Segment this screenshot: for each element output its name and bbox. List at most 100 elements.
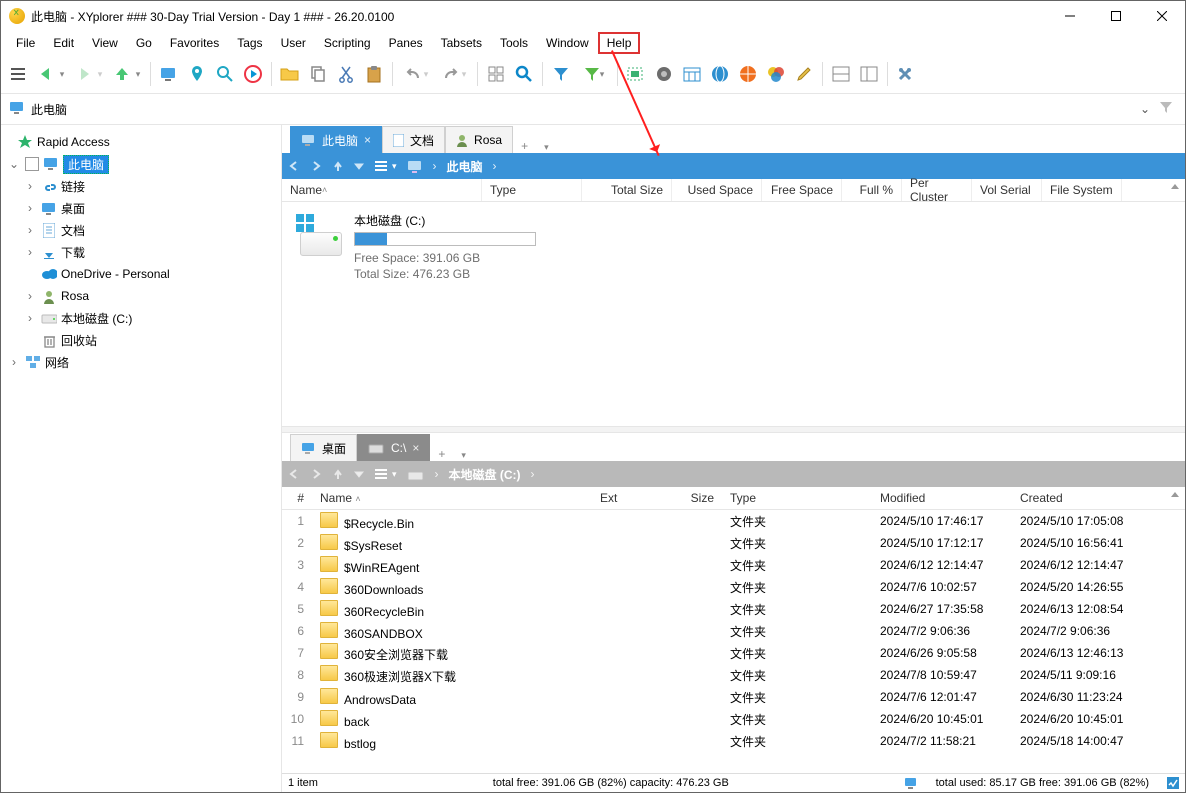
collapse-icon[interactable]: ⌄ [7,157,21,171]
tab[interactable]: Rosa [445,126,513,153]
nav-forward-icon[interactable] [310,468,322,480]
expand-icon[interactable]: › [23,245,37,259]
list-item[interactable]: 4360Downloads文件夹2024/7/6 10:02:572024/5/… [282,576,1185,598]
open-folder-icon[interactable] [277,61,303,87]
list-item[interactable]: 7360安全浏览器下载文件夹2024/6/26 9:05:582024/6/13… [282,642,1185,664]
column-header[interactable]: Full % [842,179,902,201]
tree-item[interactable]: ›文档 [1,219,281,241]
tree-this-pc[interactable]: ⌄此电脑 [1,153,281,175]
address-bar[interactable]: 此电脑 ⌄ [1,94,1185,125]
menu-tabsets[interactable]: Tabsets [432,32,491,54]
pane-splitter[interactable] [282,426,1185,433]
cut-icon[interactable] [333,61,359,87]
pane1-breadcrumb[interactable]: ▾ › 此电脑 › [282,153,1185,179]
close-button[interactable] [1139,1,1185,31]
column-header[interactable]: Total Size [582,179,672,201]
menu-file[interactable]: File [7,32,44,54]
tree-item[interactable]: ›Rosa [1,285,281,307]
menu-edit[interactable]: Edit [44,32,83,54]
expand-icon[interactable]: › [23,179,37,193]
undo-button[interactable]: ▾ [398,61,434,87]
crumb-drive-icon[interactable] [407,468,425,481]
menu-tools[interactable]: Tools [491,32,537,54]
column-header[interactable]: Per Cluster [902,179,972,201]
menu-scripting[interactable]: Scripting [315,32,380,54]
list-item[interactable]: 6360SANDBOX文件夹2024/7/2 9:06:362024/7/2 9… [282,620,1185,642]
pane2-list[interactable]: 1$Recycle.Bin文件夹2024/5/10 17:46:172024/5… [282,510,1185,773]
list-item[interactable]: 10back文件夹2024/6/20 10:45:012024/6/20 10:… [282,708,1185,730]
forward-button[interactable]: ▾ [71,61,107,87]
menu-tags[interactable]: Tags [228,32,271,54]
menu-window[interactable]: Window [537,32,598,54]
brush-icon[interactable] [791,61,817,87]
column-header[interactable]: File System [1042,179,1122,201]
nav-down-icon[interactable] [354,469,364,479]
pane1-view[interactable]: 本地磁盘 (C:) Free Space: 391.06 GB Total Si… [282,202,1185,426]
menu-panes[interactable]: Panes [380,32,432,54]
nav-up-icon[interactable] [332,160,344,172]
tree-network[interactable]: ›网络 [1,351,281,373]
checkbox[interactable] [25,157,39,171]
menu-user[interactable]: User [272,32,315,54]
expand-icon[interactable]: › [23,289,37,303]
list-mode-icon[interactable]: ▾ [374,468,397,480]
filter-icon[interactable] [1159,100,1177,118]
column-header[interactable]: Name ˄ [282,179,482,201]
find-icon[interactable] [511,61,537,87]
column-header[interactable]: Name ˄ [312,491,592,505]
column-header[interactable]: Modified [872,491,1012,505]
up-button[interactable]: ▾ [109,61,145,87]
column-header[interactable]: Used Space [672,179,762,201]
expand-icon[interactable]: › [23,223,37,237]
tab-menu-button[interactable]: ▾ [536,142,557,153]
paste-icon[interactable] [361,61,387,87]
circle-icon[interactable] [651,61,677,87]
tree-item[interactable]: ›链接 [1,175,281,197]
panes-icon[interactable] [828,61,854,87]
expand-icon[interactable]: › [7,355,21,369]
pane2-breadcrumb[interactable]: ▾ › 本地磁盘 (C:) › [282,461,1185,487]
nav-forward-icon[interactable] [310,160,322,172]
crumb-segment[interactable]: 此电脑 [447,158,483,175]
copy-icon[interactable] [305,61,331,87]
list-item[interactable]: 5360RecycleBin文件夹2024/6/27 17:35:582024/… [282,598,1185,620]
tab-close-icon[interactable]: × [412,441,419,455]
tab[interactable]: 桌面 [290,434,357,461]
list-item[interactable]: 2$SysReset文件夹2024/5/10 17:12:172024/5/10… [282,532,1185,554]
ball-orange-icon[interactable] [735,61,761,87]
column-header[interactable]: Size [652,491,722,505]
menu-view[interactable]: View [83,32,127,54]
list-item[interactable]: 9AndrowsData文件夹2024/7/6 12:01:472024/6/3… [282,686,1185,708]
funnel-blue-icon[interactable] [548,61,574,87]
menu-go[interactable]: Go [127,32,161,54]
tree-item[interactable]: 回收站 [1,329,281,351]
crumb-root-icon[interactable] [407,160,423,173]
column-header[interactable]: Ext [592,491,652,505]
column-header[interactable]: Type [722,491,872,505]
globe-icon[interactable] [707,61,733,87]
menu-favorites[interactable]: Favorites [161,32,228,54]
location-icon[interactable] [184,61,210,87]
sidebar-icon[interactable] [856,61,882,87]
maximize-button[interactable] [1093,1,1139,31]
settings-icon[interactable] [893,61,919,87]
crumb-segment[interactable]: 本地磁盘 (C:) [449,466,521,483]
list-item[interactable]: 3$WinREAgent文件夹2024/6/12 12:14:472024/6/… [282,554,1185,576]
nav-down-icon[interactable] [354,161,364,171]
column-header[interactable]: Vol Serial [972,179,1042,201]
column-header[interactable]: Type [482,179,582,201]
tab[interactable]: 文档 [382,126,445,153]
tree-item[interactable]: ›下载 [1,241,281,263]
back-button[interactable]: ▾ [33,61,69,87]
list-item[interactable]: 8360极速浏览器X下载文件夹2024/7/8 10:59:472024/5/1… [282,664,1185,686]
scroll-up-icon[interactable] [1169,489,1183,503]
play-icon[interactable] [240,61,266,87]
tab[interactable]: C:\× [357,434,430,461]
list-item[interactable]: 1$Recycle.Bin文件夹2024/5/10 17:46:172024/5… [282,510,1185,532]
hamburger-icon[interactable] [5,61,31,87]
nav-back-icon[interactable] [288,468,300,480]
tab-close-icon[interactable]: × [364,133,371,147]
scroll-up-icon[interactable] [1169,181,1183,195]
tree-item[interactable]: OneDrive - Personal [1,263,281,285]
monitor-icon[interactable] [156,61,182,87]
